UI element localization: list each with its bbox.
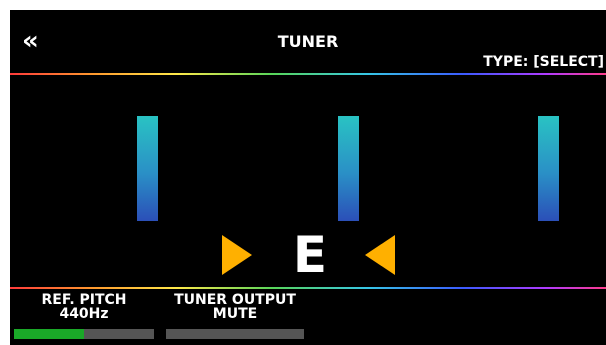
ref-pitch-level-track[interactable]	[14, 329, 154, 339]
tuner-output-value: MUTE	[212, 306, 258, 322]
tuner-meter-bar-center	[338, 116, 359, 221]
tuner-meter-bar-left	[137, 116, 158, 221]
tuner-meter-bar-right	[538, 116, 559, 221]
page-title: TUNER	[277, 32, 339, 51]
top-divider	[10, 73, 606, 75]
ref-pitch-level-fill	[14, 329, 84, 339]
tuner-screen: « TUNER TYPE: [SELECT] E REF. PITCH 440H…	[10, 10, 606, 345]
ref-pitch-param[interactable]: REF. PITCH 440Hz	[14, 293, 154, 321]
type-select-button[interactable]: TYPE: [SELECT]	[483, 54, 604, 70]
tuner-output-param[interactable]: TUNER OUTPUT MUTE	[166, 293, 304, 321]
pitch-indicator-left-arrow-icon	[365, 235, 395, 275]
ref-pitch-label: REF. PITCH	[41, 292, 127, 308]
note-name: E	[292, 226, 328, 284]
bottom-divider	[10, 287, 606, 289]
tuner-output-label: TUNER OUTPUT	[174, 292, 296, 308]
pitch-indicator-right-arrow-icon	[222, 235, 252, 275]
tuner-output-level-track[interactable]	[166, 329, 304, 339]
ref-pitch-value: 440Hz	[59, 306, 109, 322]
